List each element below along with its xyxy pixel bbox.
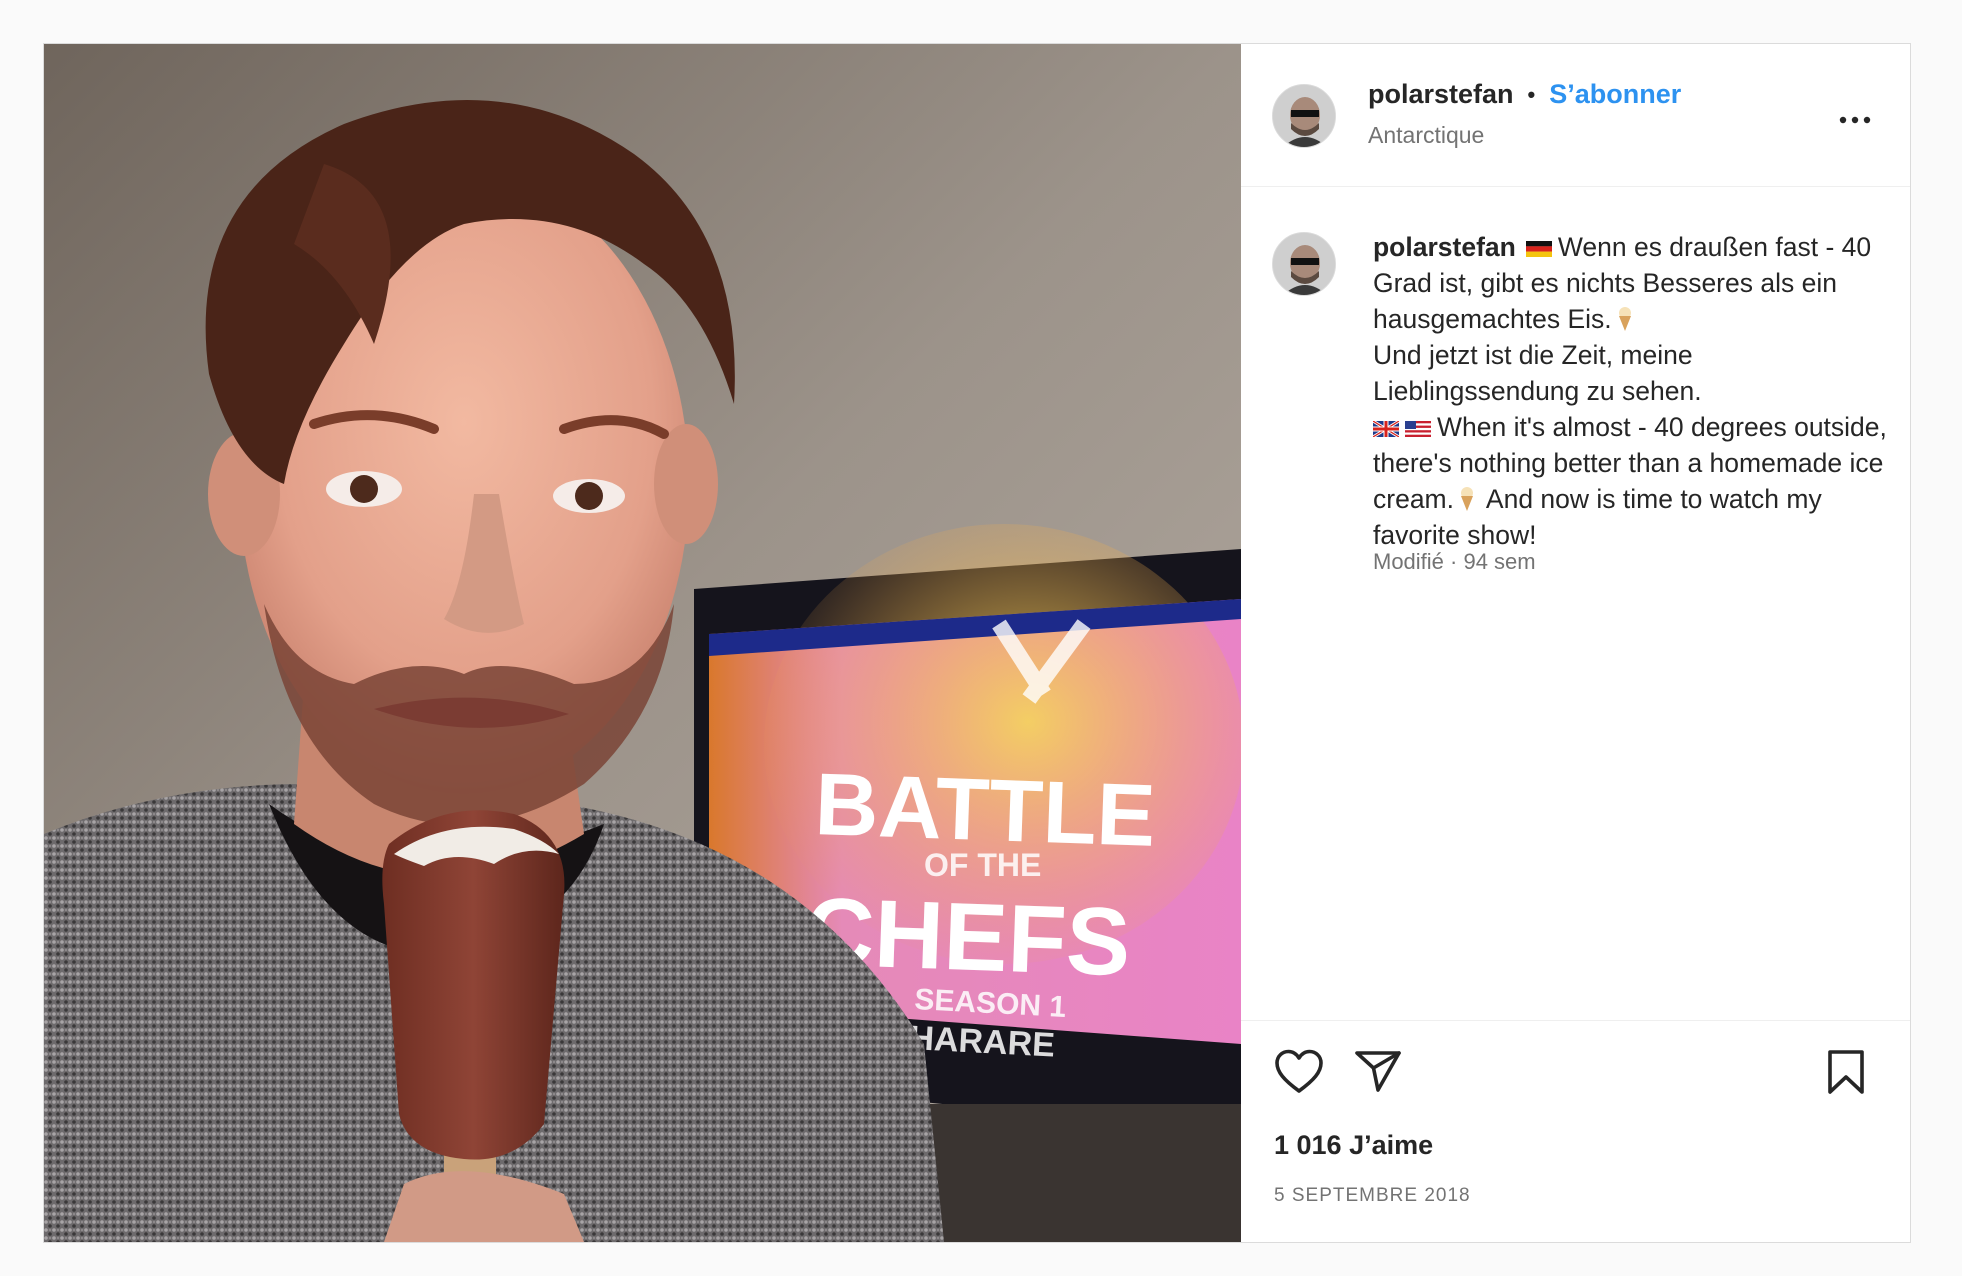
location-link[interactable]: Antarctique bbox=[1368, 122, 1484, 149]
post-header: polarstefan • S’abonner Antarctique bbox=[1241, 44, 1910, 187]
dot-separator: • bbox=[1527, 81, 1536, 107]
us-flag-icon bbox=[1405, 410, 1431, 437]
caption-username[interactable]: polarstefan bbox=[1373, 232, 1516, 262]
heart-icon[interactable] bbox=[1274, 1049, 1324, 1095]
post-photo[interactable]: BATTLE OF THE CHEFS SEASON 1 HARARE bbox=[44, 44, 1241, 1242]
header-user-line: polarstefan • S’abonner bbox=[1368, 79, 1681, 110]
post-details-panel: polarstefan • S’abonner Antarctique pola… bbox=[1241, 44, 1910, 1242]
bookmark-icon[interactable] bbox=[1826, 1049, 1866, 1095]
tv-city: HARARE bbox=[909, 1019, 1056, 1065]
more-options-icon[interactable] bbox=[1838, 106, 1872, 134]
caption-meta: Modifié · 94 sem bbox=[1373, 549, 1536, 574]
ice-cream-icon bbox=[1458, 485, 1476, 511]
post-actions: 1 016 J’aime 5 SEPTEMBRE 2018 bbox=[1241, 1020, 1910, 1242]
post-date[interactable]: 5 SEPTEMBRE 2018 bbox=[1274, 1185, 1471, 1207]
likes-count[interactable]: 1 016 J’aime bbox=[1274, 1130, 1433, 1161]
caption-area: polarstefan Wenn es draußen fast - 40 Gra… bbox=[1241, 187, 1910, 1020]
paper-plane-icon[interactable] bbox=[1354, 1049, 1402, 1093]
uk-flag-icon bbox=[1372, 410, 1400, 439]
follow-button[interactable]: S’abonner bbox=[1549, 79, 1681, 110]
caption-de-line-2: Und jetzt ist die Zeit, meine Lieblingss… bbox=[1373, 340, 1702, 406]
post-card: BATTLE OF THE CHEFS SEASON 1 HARARE pola… bbox=[43, 43, 1911, 1243]
caption-avatar[interactable] bbox=[1272, 232, 1336, 296]
tv-title-of-the: OF THE bbox=[924, 847, 1041, 883]
username-link[interactable]: polarstefan bbox=[1368, 79, 1514, 110]
avatar[interactable] bbox=[1272, 84, 1336, 148]
caption-text: polarstefan Wenn es draußen fast - 40 Gra… bbox=[1372, 229, 1893, 553]
ice-cream-icon bbox=[1616, 305, 1634, 331]
german-flag-icon bbox=[1525, 230, 1552, 257]
